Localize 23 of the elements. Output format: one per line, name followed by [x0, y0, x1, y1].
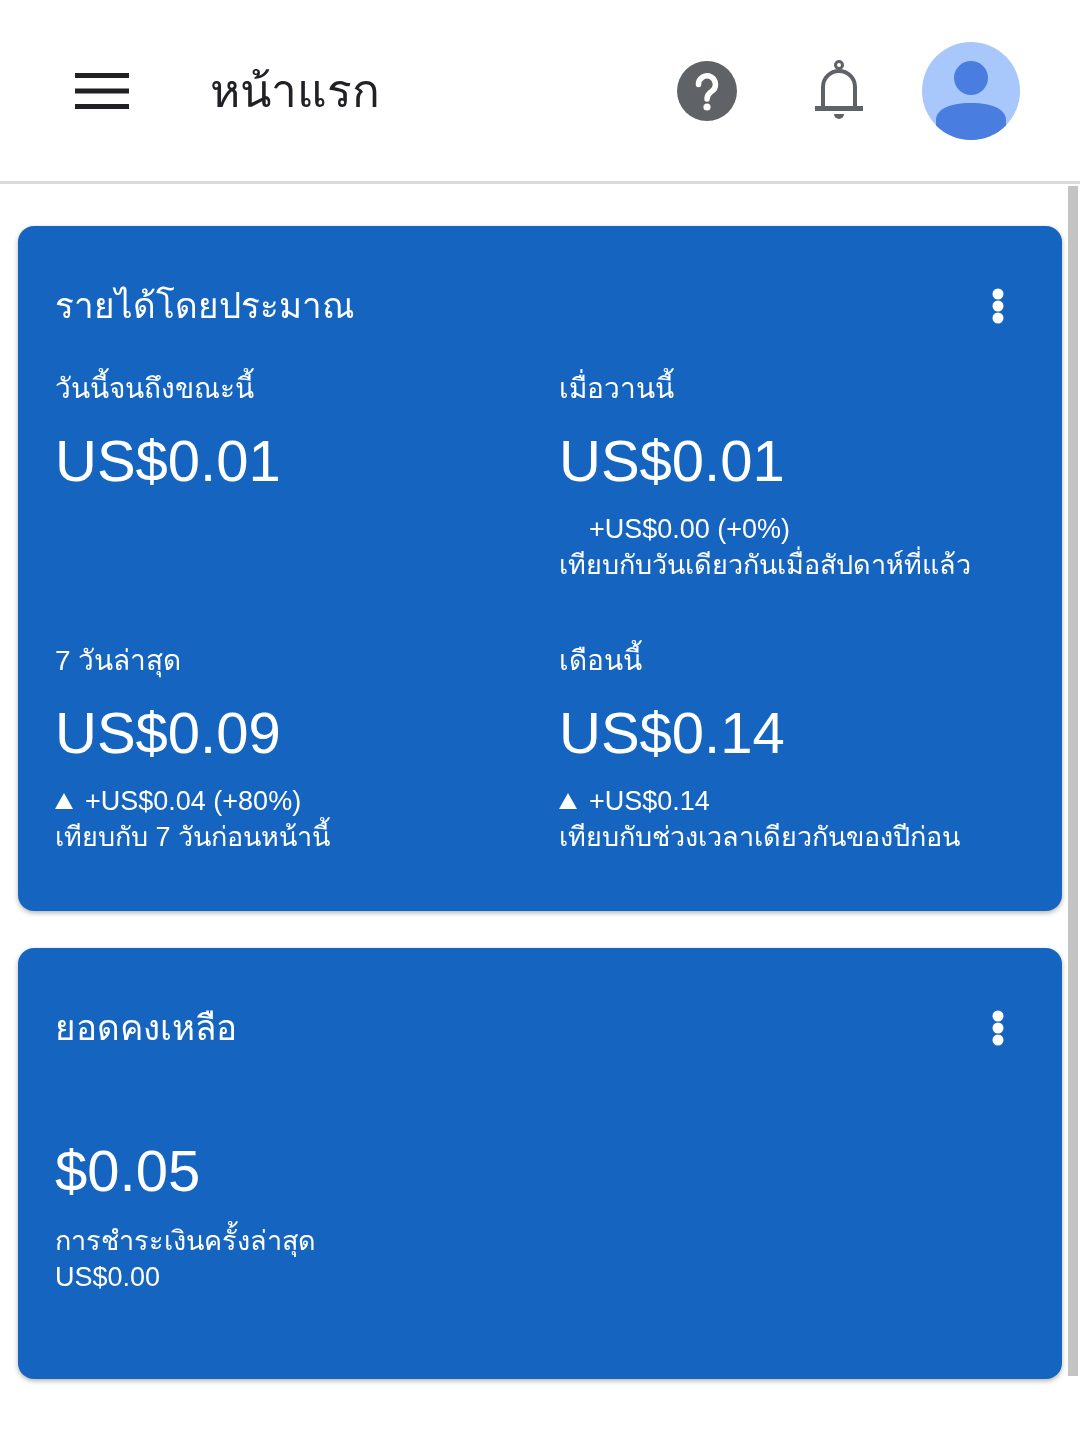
change-text: +US$0.00 (+0%): [589, 513, 791, 546]
card-title: รายได้โดยประมาณ: [55, 286, 354, 326]
metric-label: 7 วันล่าสุด: [55, 644, 182, 679]
comparison-text: เทียบกับวันเดียวกันเมื่อสัปดาห์ที่แล้ว: [559, 547, 971, 583]
metric-value: US$0.14: [559, 699, 785, 767]
metric-value: US$0.01: [55, 427, 281, 495]
bell-icon[interactable]: [814, 59, 864, 122]
menu-icon[interactable]: [75, 72, 129, 109]
change-text: +US$0.04 (+80%): [85, 785, 302, 816]
metric-value: US$0.01: [559, 427, 785, 495]
page-title: หน้าแรก: [210, 63, 380, 119]
balance-value: $0.05: [55, 1137, 201, 1205]
more-options-icon[interactable]: [992, 288, 1004, 324]
help-icon[interactable]: [677, 60, 737, 121]
card-title: ยอดคงเหลือ: [55, 1008, 237, 1048]
last-payment-label: การชำระเงินครั้งล่าสุด: [55, 1223, 316, 1259]
more-options-icon[interactable]: [992, 1010, 1004, 1046]
metric-value: US$0.09: [55, 699, 281, 767]
last-payment-value: US$0.00: [55, 1261, 161, 1294]
change-text: +US$0.14: [589, 785, 710, 818]
comparison-text: เทียบกับช่วงเวลาเดียวกันของปีก่อน: [559, 821, 960, 854]
scrollbar[interactable]: [1068, 186, 1078, 1376]
avatar-icon[interactable]: [922, 41, 1020, 140]
